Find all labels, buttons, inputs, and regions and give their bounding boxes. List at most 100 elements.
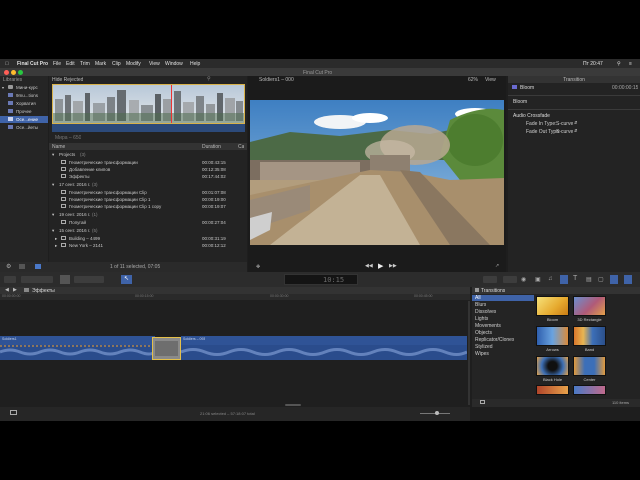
list-item-group[interactable]: ▾ Projects (3) [49,151,247,158]
transition-thumb-arrows[interactable] [536,326,569,346]
timecode-display[interactable]: 10:15 [284,274,358,285]
library-event[interactable]: 9mu...tions [0,92,48,99]
timeline-index-icon[interactable] [10,410,17,415]
select-tool-icon[interactable]: ↖ [121,275,132,284]
viewer-zoom[interactable]: 62% [468,77,478,83]
col-extra-header[interactable]: Ca [238,144,244,150]
list-item[interactable]: Геометрические трансформации 00:00:43:15 [49,159,247,166]
list-item[interactable]: Эффекты 00:17:44:02 [49,173,247,180]
timeline-clip[interactable]: Soldiers1 [0,336,155,345]
menu-trim[interactable]: Trim [80,61,90,67]
timeline-transition[interactable] [152,337,181,360]
music-icon[interactable]: ♫ [548,276,553,282]
col-name-header[interactable]: Name [52,144,65,150]
transform-menu[interactable] [503,276,517,283]
viewer-enhance-icon[interactable]: ✥ [256,264,260,270]
list-item[interactable]: Добавление клипов 00:12:35:08 [49,166,247,173]
menu-mark[interactable]: Mark [95,61,106,67]
transition-thumb-3d-rectangle[interactable] [573,296,606,316]
list-item[interactable]: Геометрические трансформации Clip 00:01:… [49,189,247,196]
disclosure-icon[interactable]: ▾ [52,212,54,218]
list-item[interactable]: Геометрические трансформации Clip 1 copy… [49,203,247,210]
inspector-toggle-icon[interactable] [624,275,632,284]
list-item[interactable]: ▸ New York – 2141 00:00:12:12 [49,242,247,249]
fast-forward-button[interactable]: ▶▶ [389,263,397,269]
transition-thumb[interactable] [536,385,569,395]
menu-view[interactable]: View [149,61,160,67]
disclosure-icon[interactable]: ▸ [55,243,57,249]
back-icon[interactable]: ◀ [5,287,9,293]
camera-icon[interactable]: ◉ [521,276,526,283]
category-item[interactable]: Replicator/Clones [475,337,514,343]
fade-out-select[interactable]: S-curve [556,129,573,135]
timeline-vscroll[interactable] [468,301,470,405]
chevron-down-icon[interactable]: ⇵ [574,120,577,125]
category-item[interactable]: Lights [475,316,488,322]
category-item[interactable]: Stylized [475,344,493,350]
fullscreen-icon[interactable]: ↗ [495,263,499,269]
disclosure-icon[interactable]: ▾ [52,182,54,188]
titles-icon[interactable]: T [573,275,577,282]
list-item-group[interactable]: ▾ 19 сент. 2016 г. (1) [49,211,247,218]
zoom-window-button[interactable] [18,69,23,75]
zoom-knob[interactable] [435,411,439,415]
photo-icon[interactable]: ▣ [535,276,541,283]
menu-edit[interactable]: Edit [66,61,75,67]
timeline-scrollbar[interactable] [285,404,301,406]
menu-list-icon[interactable]: ≡ [629,61,632,67]
generators-icon[interactable]: ▤ [586,276,592,283]
disclosure-icon[interactable]: ▾ [52,152,54,158]
col-duration-header[interactable]: Duration [202,144,221,150]
list-view-icon[interactable] [35,264,41,269]
list-item-group[interactable]: ▾ 17 сент. 2016 г. (3) [49,181,247,188]
close-window-button[interactable] [4,69,9,75]
category-item[interactable]: Dissolves [475,309,496,315]
forward-icon[interactable]: ▶ [13,287,17,293]
clip-appearance-icon[interactable] [19,264,25,269]
search-icon[interactable]: ⚲ [207,76,211,82]
transition-thumb-black-hole[interactable] [536,356,569,376]
gear-icon[interactable]: ⚙ [6,263,11,270]
fade-in-select[interactable]: S-curve [556,121,573,127]
transition-thumb-center[interactable] [573,356,606,376]
browser-filter[interactable]: Hide Rejected [52,77,83,83]
chevron-down-icon[interactable]: ⇵ [574,128,577,133]
category-item[interactable]: Objects [475,330,492,336]
audio-meters-icon[interactable] [60,275,70,284]
menu-file[interactable]: File [53,61,61,67]
minimize-window-button[interactable] [11,69,16,75]
library-event[interactable]: Осе...йеты [0,124,48,131]
timeline-clip[interactable]: Soldiers – 093 [181,336,467,345]
rewind-button[interactable]: ◀◀ [365,263,373,269]
transition-thumb[interactable] [573,385,606,395]
clip-filmstrip[interactable] [52,84,245,124]
viewer-view-menu[interactable]: View [485,77,496,83]
menu-modify[interactable]: Modify [126,61,141,67]
menu-help[interactable]: Help [190,61,200,67]
edit-mode-buttons[interactable] [74,276,104,283]
menu-app[interactable]: Final Cut Pro [17,61,48,67]
transition-thumb-bloom[interactable] [536,296,569,316]
library-event[interactable]: Хорватия [0,100,48,107]
disclosure-icon[interactable]: ▾ [2,85,4,90]
list-item[interactable]: Попугай 00:00:27:04 [49,219,247,226]
play-button[interactable]: ▶ [378,262,383,270]
category-item[interactable]: Wipes [475,351,489,357]
category-item[interactable]: Blurs [475,302,486,308]
category-item[interactable]: Movements [475,323,501,329]
transitions-browser-icon[interactable] [610,275,618,284]
inspector-section-bloom[interactable]: Bloom [513,99,527,105]
list-item[interactable]: ▸ Building – 4499 00:00:31:19 [49,235,247,242]
import-button[interactable] [4,276,16,283]
menu-clip[interactable]: Clip [112,61,121,67]
enhance-menu[interactable] [483,276,497,283]
keyword-button[interactable] [21,276,53,283]
disclosure-icon[interactable]: ▾ [52,228,54,234]
search-icon[interactable]: ⚲ [617,61,621,67]
category-item[interactable]: All [472,295,534,301]
library-event[interactable]: Прочее [0,108,48,115]
list-item[interactable]: Геометрические трансформации Clip 1 00:0… [49,196,247,203]
apple-icon[interactable]:  [5,61,9,67]
sidebar-toggle-icon[interactable] [480,400,485,404]
timeline-ruler[interactable]: 00:00:00:00 00:00:15:00 00:00:30:00 00:0… [0,294,470,300]
